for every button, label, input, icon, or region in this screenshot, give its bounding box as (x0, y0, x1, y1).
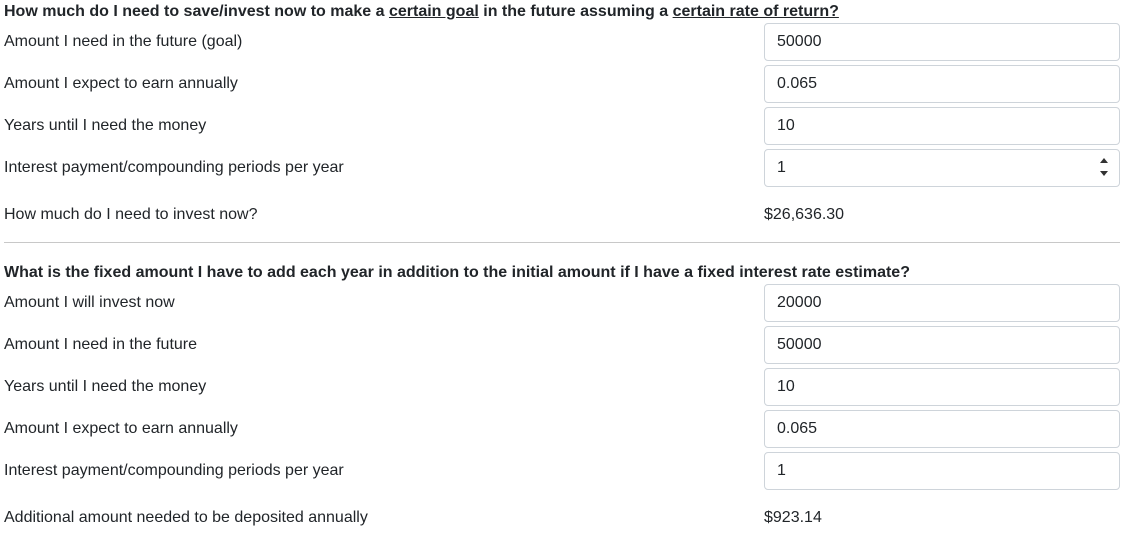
annual-rate-row: Amount I expect to earn annually (4, 65, 1120, 103)
goal-amount-input[interactable] (764, 23, 1120, 61)
compounding-row: Interest payment/compounding periods per… (4, 149, 1120, 187)
spinner-up-icon[interactable] (1100, 158, 1108, 163)
compounding2-row: Interest payment/compounding periods per… (4, 452, 1120, 490)
certain-goal-link[interactable]: certain goal (389, 3, 479, 20)
annual-deposit-result-row: Additional amount needed to be deposited… (4, 499, 1120, 537)
future-amount-input[interactable] (764, 326, 1120, 364)
years-row: Years until I need the money (4, 107, 1120, 145)
invest-now-result-value: $26,636.30 (764, 206, 845, 223)
invest-now-input[interactable] (764, 284, 1120, 322)
years2-label: Years until I need the money (4, 378, 207, 395)
section1-title: How much do I need to save/invest now to… (4, 3, 839, 21)
years-label: Years until I need the money (4, 117, 207, 134)
spinner-down-icon[interactable] (1100, 171, 1108, 176)
annual-rate2-row: Amount I expect to earn annually (4, 410, 1120, 448)
section1-title-prefix: How much do I need to save/invest now to… (4, 3, 389, 20)
goal-amount-label: Amount I need in the future (goal) (4, 33, 243, 50)
invest-now-result-row: How much do I need to invest now? $26,63… (4, 196, 1120, 234)
section-divider (4, 242, 1120, 243)
annual-rate-label: Amount I expect to earn annually (4, 75, 238, 92)
annual-deposit-result-value: $923.14 (764, 509, 822, 526)
goal-amount-row: Amount I need in the future (goal) (4, 23, 1120, 61)
compounding2-label: Interest payment/compounding periods per… (4, 462, 344, 479)
annual-deposit-result-label: Additional amount needed to be deposited… (4, 509, 368, 526)
compounding-label: Interest payment/compounding periods per… (4, 159, 344, 176)
invest-now-result-label: How much do I need to invest now? (4, 206, 258, 223)
compounding-input[interactable] (764, 149, 1120, 187)
section1-title-middle: in the future assuming a (478, 3, 673, 20)
annual-rate2-label: Amount I expect to earn annually (4, 420, 238, 437)
section2-title: What is the fixed amount I have to add e… (4, 264, 910, 281)
compounding2-input[interactable] (764, 452, 1120, 490)
annual-rate2-input[interactable] (764, 410, 1120, 448)
years2-input[interactable] (764, 368, 1120, 406)
invest-now-row: Amount I will invest now (4, 284, 1120, 322)
annual-rate-input[interactable] (764, 65, 1120, 103)
years2-row: Years until I need the money (4, 368, 1120, 406)
years-input[interactable] (764, 107, 1120, 145)
number-spinner-icon[interactable] (1098, 158, 1110, 176)
future-amount-row: Amount I need in the future (4, 326, 1120, 364)
future-amount-label: Amount I need in the future (4, 336, 198, 353)
calculator-page: How much do I need to save/invest now to… (0, 0, 1127, 541)
invest-now-label: Amount I will invest now (4, 294, 175, 311)
certain-rate-link[interactable]: certain rate of return? (673, 3, 839, 20)
